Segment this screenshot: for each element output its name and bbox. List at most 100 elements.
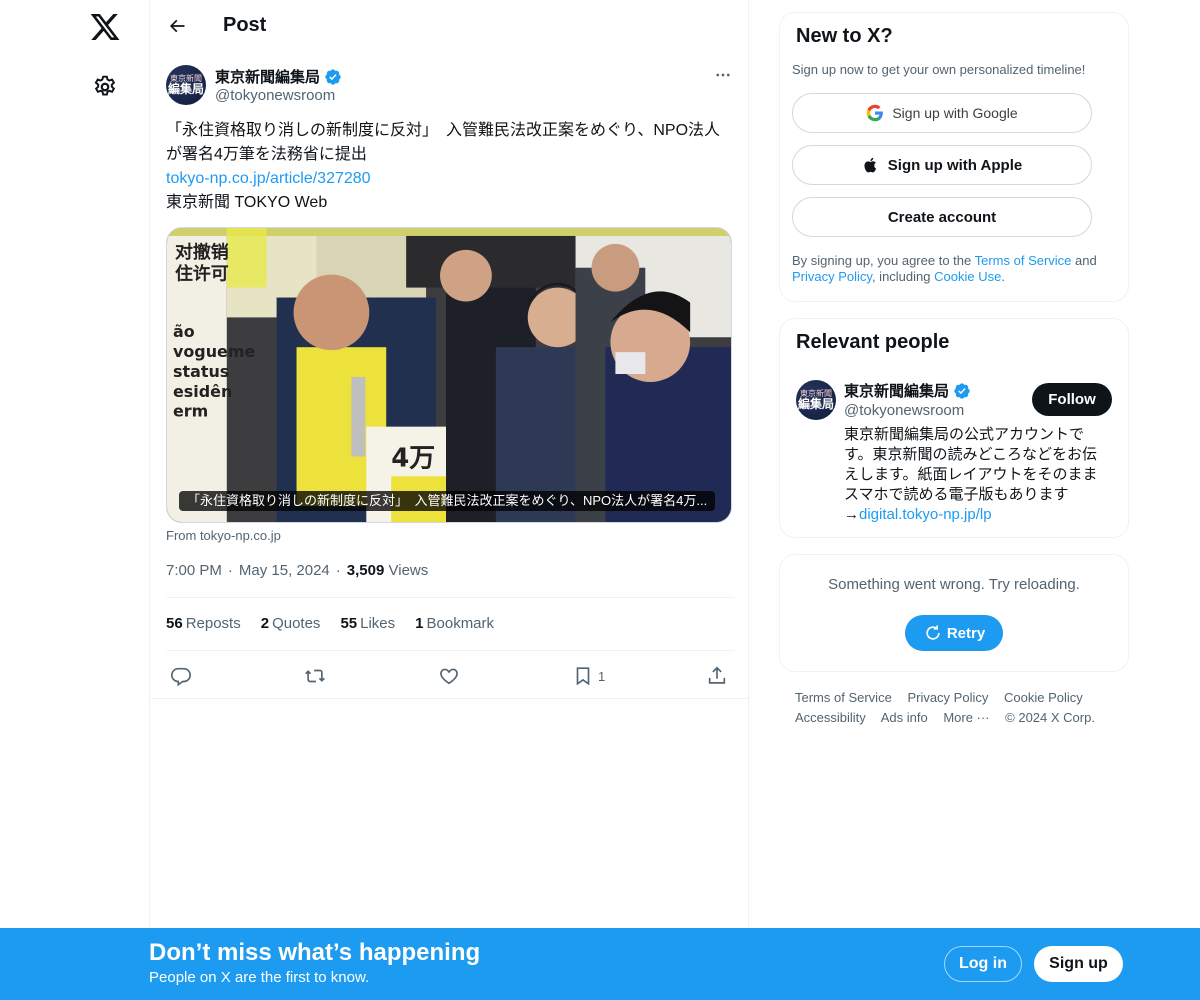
likes-count: 55 bbox=[340, 615, 358, 632]
create-account-label: Create account bbox=[887, 208, 997, 226]
footer-accessibility-link[interactable]: Accessibility bbox=[795, 710, 866, 725]
signup-legal-text: By signing up, you agree to the Terms of… bbox=[792, 253, 1122, 285]
footer-more-link[interactable]: More ··· bbox=[943, 710, 989, 725]
svg-text:住许可: 住许可 bbox=[175, 263, 229, 285]
verified-badge-icon bbox=[954, 382, 970, 399]
legal-text: By signing up, you agree to the bbox=[792, 253, 975, 268]
reply-icon[interactable] bbox=[170, 661, 192, 691]
svg-text:4万: 4万 bbox=[391, 443, 435, 473]
views-label: Views bbox=[388, 562, 429, 579]
login-button[interactable]: Log in bbox=[944, 946, 1022, 982]
media-caption: 「永住資格取り消しの新制度に反対」 入管難民法改正案をめぐり、NPO法人が署名4… bbox=[179, 491, 716, 511]
quotes-label: Quotes bbox=[272, 615, 321, 632]
divider bbox=[166, 597, 734, 598]
retry-label: Retry bbox=[946, 624, 986, 642]
svg-text:status: status bbox=[173, 362, 229, 381]
svg-text:vogueme: vogueme bbox=[173, 342, 256, 361]
apple-signup-button[interactable]: Sign up with Apple bbox=[792, 145, 1092, 185]
legal-text: and bbox=[1071, 253, 1097, 268]
svg-text:ão: ão bbox=[173, 322, 195, 341]
svg-text:erm: erm bbox=[173, 402, 208, 421]
reposts-count: 56 bbox=[166, 615, 183, 632]
post-header: Post bbox=[150, 0, 750, 53]
post-text: 「永住資格取り消しの新制度に反対」 入管難民法改正案をめぐり、NPO法人が署名4… bbox=[166, 119, 736, 215]
refresh-icon bbox=[926, 625, 940, 640]
google-signup-button[interactable]: Sign up with Google bbox=[792, 93, 1092, 133]
avatar-text-bottom: 編集局 bbox=[167, 82, 204, 96]
views: 3,509 Views bbox=[347, 562, 428, 579]
terms-link[interactable]: Terms of Service bbox=[975, 253, 1072, 268]
signup-subtitle: Sign up now to get your own personalized… bbox=[792, 62, 1086, 77]
bookmark-icon bbox=[576, 667, 590, 686]
retry-button[interactable]: Retry bbox=[905, 615, 1003, 651]
more-options-icon[interactable] bbox=[712, 64, 734, 86]
divider bbox=[166, 650, 734, 651]
bio-link[interactable]: digital.tokyo-np.jp/lp bbox=[859, 506, 992, 523]
meta-separator: · bbox=[335, 562, 341, 579]
author-name[interactable]: 東京新聞編集局 bbox=[215, 66, 342, 87]
footer-terms-link[interactable]: Terms of Service bbox=[795, 690, 892, 705]
relevant-name[interactable]: 東京新聞編集局 bbox=[844, 380, 971, 401]
link-source-domain[interactable]: From tokyo-np.co.jp bbox=[166, 528, 281, 543]
bookmark-action-count: 1 bbox=[598, 668, 606, 684]
page-title: Post bbox=[223, 14, 267, 36]
article-link[interactable]: tokyo-np.co.jp/article/327280 bbox=[166, 167, 736, 191]
relevant-handle[interactable]: @tokyonewsroom bbox=[844, 402, 964, 419]
cookie-use-link[interactable]: Cookie Use bbox=[934, 269, 1001, 284]
relevant-name-text: 東京新聞編集局 bbox=[844, 383, 950, 400]
footer-cookie-link[interactable]: Cookie Policy bbox=[1004, 690, 1083, 705]
post-meta: 7:00 PM · May 15, 2024 · 3,509 Views bbox=[166, 562, 428, 579]
bookmarks-label: Bookmark bbox=[426, 615, 495, 632]
post-stats: 56 Reposts 2 Quotes 55 Likes 1 Bookmark bbox=[166, 615, 494, 632]
create-account-button[interactable]: Create account bbox=[792, 197, 1092, 237]
link-card-image[interactable]: 对撤销 住许可 ão vogueme status esidên erm 4万 … bbox=[166, 227, 732, 523]
quotes-count: 2 bbox=[260, 615, 270, 632]
bookmarks-stat[interactable]: 1 Bookmark bbox=[415, 615, 494, 632]
relevant-title: Relevant people bbox=[796, 331, 950, 353]
signup-panel: New to X? Sign up now to get your own pe… bbox=[779, 12, 1129, 302]
repost-icon[interactable] bbox=[304, 661, 326, 691]
footer-privacy-link[interactable]: Privacy Policy bbox=[907, 690, 988, 705]
footer-ads-link[interactable]: Ads info bbox=[881, 710, 928, 725]
reposts-stat[interactable]: 56 Reposts bbox=[166, 615, 241, 632]
quotes-stat[interactable]: 2 Quotes bbox=[261, 615, 321, 632]
likes-label: Likes bbox=[360, 615, 396, 632]
bookmarks-count: 1 bbox=[415, 615, 424, 632]
main-column: Post 東京新聞 編集局 東京新聞編集局 @tokyonewsroom 「永住… bbox=[149, 0, 750, 1000]
svg-text:对撤销: 对撤销 bbox=[175, 241, 229, 263]
apple-icon bbox=[864, 157, 876, 173]
x-logo-icon[interactable] bbox=[89, 11, 121, 43]
press-photo: 对撤销 住许可 ão vogueme status esidên erm 4万 bbox=[167, 228, 731, 522]
google-signup-label: Sign up with Google bbox=[892, 105, 1018, 121]
footer-copyright: © 2024 X Corp. bbox=[1005, 710, 1095, 725]
author-handle[interactable]: @tokyonewsroom bbox=[215, 87, 335, 104]
share-icon[interactable] bbox=[706, 661, 728, 691]
signup-button[interactable]: Sign up bbox=[1034, 946, 1123, 982]
post-body: 「永住資格取り消しの新制度に反対」 入管難民法改正案をめぐり、NPO法人が署名4… bbox=[166, 122, 721, 163]
footer-links: Terms of Service Privacy Policy Cookie P… bbox=[795, 688, 1125, 728]
error-panel: Something went wrong. Try reloading. Ret… bbox=[779, 554, 1129, 672]
privacy-link[interactable]: Privacy Policy bbox=[792, 269, 872, 284]
follow-button[interactable]: Follow bbox=[1032, 383, 1112, 416]
bookmark-action[interactable]: 1 bbox=[572, 661, 605, 691]
verified-badge-icon bbox=[325, 68, 341, 85]
post-source: 東京新聞 TOKYO Web bbox=[166, 194, 328, 211]
reposts-label: Reposts bbox=[185, 615, 241, 632]
like-icon[interactable] bbox=[438, 661, 460, 691]
login-banner: Don’t miss what’s happening People on X … bbox=[0, 928, 1200, 1000]
relevant-bio: 東京新聞編集局の公式アカウントです。東京新聞の読みどころなどをお伝えします。紙面… bbox=[844, 425, 1104, 525]
author-avatar[interactable]: 東京新聞 編集局 bbox=[166, 65, 206, 105]
gear-icon[interactable] bbox=[92, 74, 118, 100]
banner-subtitle: People on X are the first to know. bbox=[149, 969, 370, 986]
post-date[interactable]: May 15, 2024 bbox=[239, 562, 330, 579]
left-nav bbox=[0, 0, 150, 1000]
relevant-people-panel: Relevant people 東京新聞 編集局 東京新聞編集局 @tokyon… bbox=[779, 318, 1129, 538]
post-time[interactable]: 7:00 PM bbox=[166, 562, 222, 579]
google-icon bbox=[867, 104, 884, 122]
meta-separator: · bbox=[227, 562, 233, 579]
relevant-avatar[interactable]: 東京新聞 編集局 bbox=[796, 380, 836, 420]
legal-text: , including bbox=[871, 269, 935, 284]
avatar-text-bottom: 編集局 bbox=[797, 397, 834, 411]
back-arrow-icon[interactable] bbox=[164, 13, 190, 39]
likes-stat[interactable]: 55 Likes bbox=[340, 615, 395, 632]
